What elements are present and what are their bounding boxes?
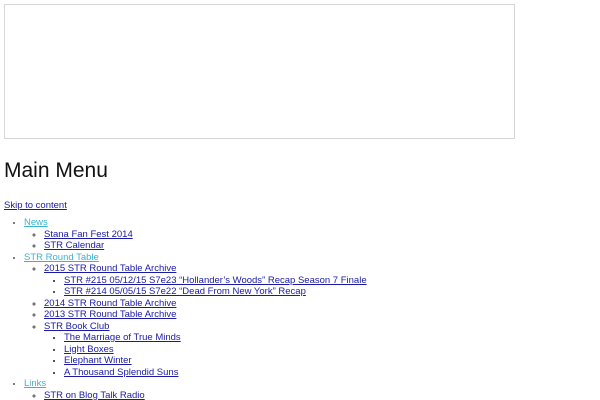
book-marriage-link[interactable]: The Marriage of True Minds: [64, 332, 181, 343]
menu-item-round-table: STR Round Table 2015 STR Round Table Arc…: [24, 252, 367, 379]
header-banner-placeholder: [4, 4, 515, 139]
stana-fan-fest-link[interactable]: Stana Fan Fest 2014: [44, 229, 133, 240]
archive-2013-link[interactable]: 2013 STR Round Table Archive: [44, 309, 176, 320]
str-215-link[interactable]: STR #215 05/12/15 S7e23 “Hollander’s Woo…: [64, 275, 367, 286]
news-link[interactable]: News: [24, 217, 48, 228]
book-club-link[interactable]: STR Book Club: [44, 321, 109, 332]
book-thousand-suns-link[interactable]: A Thousand Splendid Suns: [64, 367, 178, 378]
main-menu: News Stana Fan Fest 2014 STR Calendar ST…: [4, 217, 367, 400]
links-link[interactable]: Links: [24, 378, 46, 389]
skip-to-content-link[interactable]: Skip to content: [4, 200, 67, 212]
blog-talk-radio-link[interactable]: STR on Blog Talk Radio: [44, 390, 145, 400]
archive-2015-link[interactable]: 2015 STR Round Table Archive: [44, 263, 176, 274]
book-light-boxes-link[interactable]: Light Boxes: [64, 344, 114, 355]
str-calendar-link[interactable]: STR Calendar: [44, 240, 104, 251]
str-round-table-link[interactable]: STR Round Table: [24, 252, 99, 263]
menu-item-news: News Stana Fan Fest 2014 STR Calendar: [24, 217, 367, 252]
page-title: Main Menu: [4, 159, 108, 182]
book-elephant-winter-link[interactable]: Elephant Winter: [64, 355, 132, 366]
str-214-link[interactable]: STR #214 05/05/15 S7e22 “Dead From New Y…: [64, 286, 306, 297]
archive-2014-link[interactable]: 2014 STR Round Table Archive: [44, 298, 176, 309]
menu-item-links: Links STR on Blog Talk Radio: [24, 378, 367, 400]
